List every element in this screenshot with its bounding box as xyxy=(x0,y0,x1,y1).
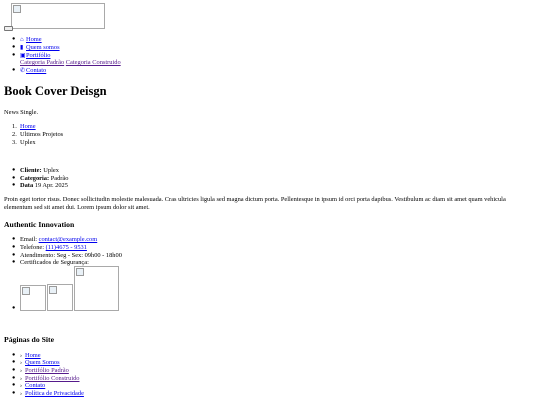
broken-image-icon xyxy=(49,286,57,294)
page-title: Book Cover Deisgn xyxy=(4,84,107,98)
submenu-categoria-padrao[interactable]: Categoria Padrão xyxy=(20,59,64,66)
breadcrumb-home[interactable]: Home xyxy=(20,123,36,131)
detail-client: Cliente: Uplex xyxy=(20,167,59,174)
certificate-badge-3 xyxy=(74,266,119,311)
footer-pages-title: Páginas do Site xyxy=(4,335,54,344)
certificate-badge-1 xyxy=(20,285,46,311)
broken-image-icon xyxy=(22,287,30,295)
portfolio-submenu: Categoria Padrão Categoria Construido xyxy=(20,59,121,67)
phone-link[interactable]: (11)4675 - 9531 xyxy=(46,244,87,251)
site-logo[interactable] xyxy=(11,3,105,29)
project-description: Proin eget tortor risus. Donec sollicitu… xyxy=(4,196,506,211)
footer-email: Email: contact@example.com xyxy=(20,236,98,243)
submenu-categoria-construido[interactable]: Categoria Construido xyxy=(66,59,121,66)
breadcrumb-ultimos-projetos: Ultimos Projetos xyxy=(20,131,64,138)
bullet: ● xyxy=(12,67,16,73)
certificate-badge-2 xyxy=(47,284,73,311)
bullet: ● xyxy=(12,44,16,50)
bullet: ● xyxy=(12,36,16,42)
email-link[interactable]: contact@example.com xyxy=(39,236,98,243)
page-subtitle: News Single. xyxy=(4,109,39,116)
menu-toggle-button[interactable] xyxy=(4,26,13,31)
footer-company-title: Authentic Innovation xyxy=(4,220,75,229)
bullet: ● xyxy=(12,52,16,58)
breadcrumb-current: Uplex xyxy=(20,139,36,146)
detail-date: Data 19 Apr. 2025 xyxy=(20,182,68,189)
broken-image-icon xyxy=(13,5,21,13)
footer-phone: Telefone: (11)4675 - 9531 xyxy=(20,244,87,251)
nav-contato[interactable]: ✆Contato xyxy=(20,67,46,76)
broken-image-icon xyxy=(76,268,84,276)
footer-link-privacidade[interactable]: › Política de Privacidade xyxy=(20,390,84,399)
